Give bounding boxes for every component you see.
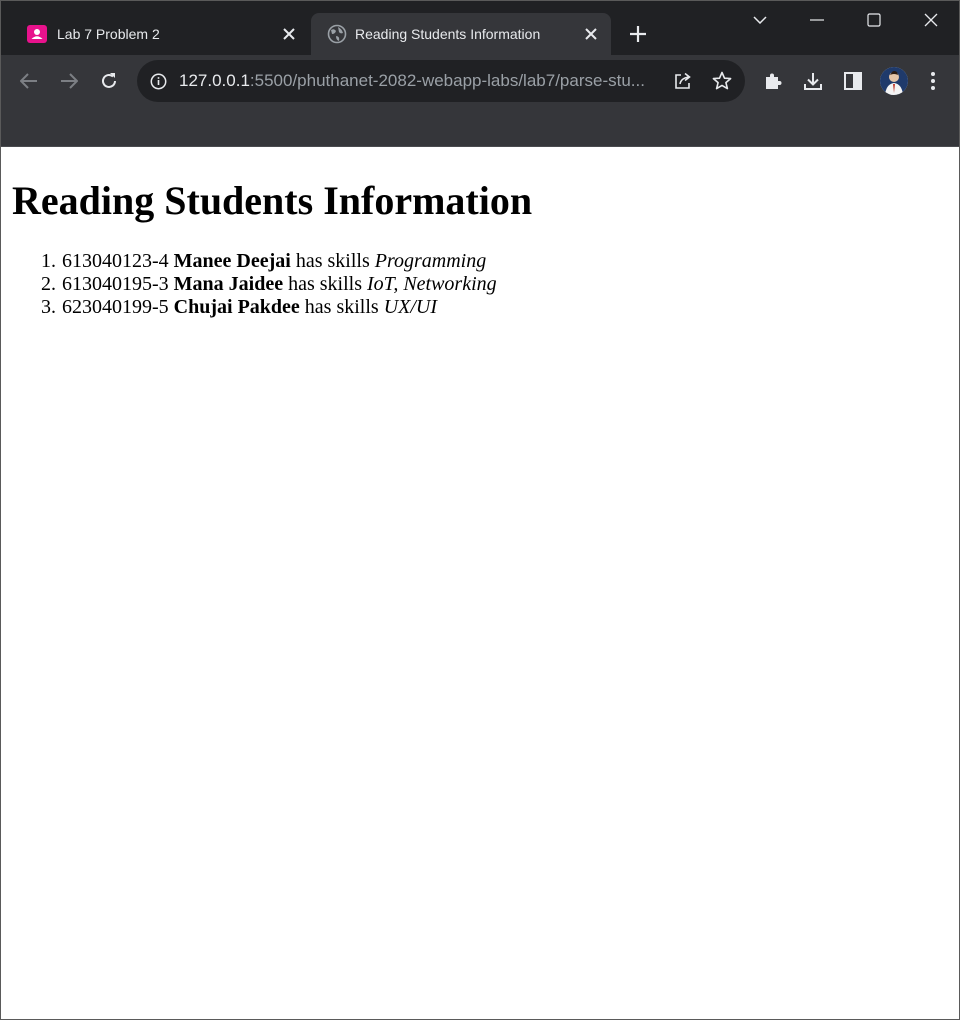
browser-window: Lab 7 Problem 2 Reading Students Informa… bbox=[0, 0, 960, 1020]
student-name: Manee Deejai bbox=[173, 250, 291, 272]
classroom-icon bbox=[27, 25, 47, 43]
student-skills: Programming bbox=[374, 250, 487, 272]
list-item: 1. 613040123-4 Manee Deejai has skills Pr… bbox=[41, 250, 497, 273]
tab-title: Lab 7 Problem 2 bbox=[57, 26, 160, 42]
plus-icon bbox=[630, 26, 646, 42]
page-title: Reading Students Information bbox=[12, 178, 533, 223]
close-tab-icon[interactable] bbox=[581, 24, 601, 44]
close-icon bbox=[924, 13, 938, 27]
menu-button[interactable] bbox=[919, 67, 947, 95]
profile-photo-icon bbox=[880, 67, 908, 95]
close-tab-icon[interactable] bbox=[279, 24, 299, 44]
star-icon[interactable] bbox=[712, 71, 732, 91]
list-number: 2. bbox=[41, 273, 56, 295]
maximize-button[interactable] bbox=[859, 5, 889, 35]
has-skills-text: has skills bbox=[295, 250, 370, 272]
forward-button[interactable] bbox=[55, 67, 83, 95]
has-skills-text: has skills bbox=[288, 273, 363, 295]
student-name: Chujai Pakdee bbox=[173, 296, 300, 318]
reload-button[interactable] bbox=[95, 67, 123, 95]
students-list: 1. 613040123-4 Manee Deejai has skills Pr… bbox=[41, 250, 497, 319]
address-bar[interactable]: 127.0.0.1:5500/phuthanet-2082-webapp-lab… bbox=[137, 60, 745, 102]
url-host: 127.0.0.1 bbox=[179, 71, 250, 90]
list-number: 3. bbox=[41, 296, 56, 318]
downloads-button[interactable] bbox=[799, 67, 827, 95]
tab-title: Reading Students Information bbox=[355, 26, 541, 42]
student-id: 623040199-5 bbox=[62, 296, 169, 318]
arrow-left-icon bbox=[20, 73, 37, 89]
avatar[interactable] bbox=[880, 67, 908, 95]
student-skills: IoT, Networking bbox=[367, 273, 497, 295]
close-window-button[interactable] bbox=[916, 5, 946, 35]
tab-search-button[interactable] bbox=[745, 5, 775, 35]
url-text[interactable]: 127.0.0.1:5500/phuthanet-2082-webapp-lab… bbox=[179, 71, 659, 91]
minimize-icon bbox=[810, 19, 824, 21]
chevron-down-icon bbox=[753, 16, 767, 24]
student-id: 613040195-3 bbox=[62, 273, 169, 295]
reload-icon bbox=[102, 73, 116, 88]
tab-lab7-problem2[interactable]: Lab 7 Problem 2 bbox=[17, 13, 309, 55]
tab-strip: Lab 7 Problem 2 Reading Students Informa… bbox=[1, 1, 959, 55]
url-path: :5500/phuthanet-2082-webapp-labs/lab7/pa… bbox=[249, 71, 645, 90]
kebab-menu-icon bbox=[931, 72, 935, 90]
student-name: Mana Jaidee bbox=[173, 273, 284, 295]
download-icon bbox=[804, 73, 822, 90]
new-tab-button[interactable] bbox=[625, 21, 651, 47]
browser-toolbar: 127.0.0.1:5500/phuthanet-2082-webapp-lab… bbox=[1, 55, 959, 147]
extensions-button[interactable] bbox=[759, 67, 787, 95]
back-button[interactable] bbox=[15, 67, 43, 95]
side-panel-button[interactable] bbox=[839, 67, 867, 95]
maximize-icon bbox=[867, 13, 881, 27]
share-icon[interactable] bbox=[673, 71, 693, 91]
has-skills-text: has skills bbox=[304, 296, 379, 318]
arrow-right-icon bbox=[61, 73, 78, 89]
list-item: 3. 623040199-5 Chujai Pakdee has skills U… bbox=[41, 296, 497, 319]
tab-reading-students[interactable]: Reading Students Information bbox=[311, 13, 611, 55]
list-number: 1. bbox=[41, 250, 56, 272]
minimize-button[interactable] bbox=[802, 5, 832, 35]
list-item: 2. 613040195-3 Mana Jaidee has skills IoT… bbox=[41, 273, 497, 296]
student-skills: UX/UI bbox=[383, 296, 438, 318]
info-icon[interactable] bbox=[150, 73, 167, 90]
puzzle-icon bbox=[766, 73, 782, 89]
page-content: Reading Students Information 1. 613040123… bbox=[1, 148, 959, 1019]
globe-icon bbox=[327, 24, 347, 44]
side-panel-icon bbox=[844, 72, 862, 90]
student-id: 613040123-4 bbox=[62, 250, 169, 272]
